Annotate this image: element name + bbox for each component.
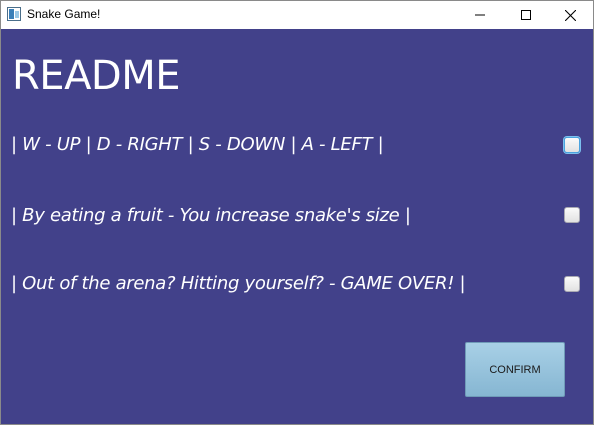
confirm-button[interactable]: CONFIRM (465, 342, 565, 397)
rule-controls-text: | W - UP | D - RIGHT | S - DOWN | A - LE… (11, 134, 384, 155)
rule-controls-checkbox[interactable] (564, 137, 580, 153)
rule-fruit-text: | By eating a fruit - You increase snake… (11, 205, 411, 226)
app-icon (7, 7, 21, 21)
rule-game-over-text: | Out of the arena? Hitting yourself? - … (11, 273, 466, 294)
title-bar[interactable]: Snake Game! (1, 1, 593, 29)
page-title: README (12, 53, 181, 99)
close-icon (564, 9, 576, 21)
maximize-button[interactable] (503, 1, 549, 29)
rule-fruit-checkbox[interactable] (564, 207, 580, 223)
maximize-icon (521, 10, 531, 20)
window-title: Snake Game! (27, 7, 101, 21)
minimize-button[interactable] (457, 1, 503, 29)
readme-panel: README | W - UP | D - RIGHT | S - DOWN |… (1, 29, 593, 424)
close-button[interactable] (547, 1, 593, 29)
minimize-icon (475, 14, 485, 16)
rule-game-over-checkbox[interactable] (564, 276, 580, 292)
app-window: Snake Game! README | W - UP | D - RIGHT … (0, 0, 594, 425)
